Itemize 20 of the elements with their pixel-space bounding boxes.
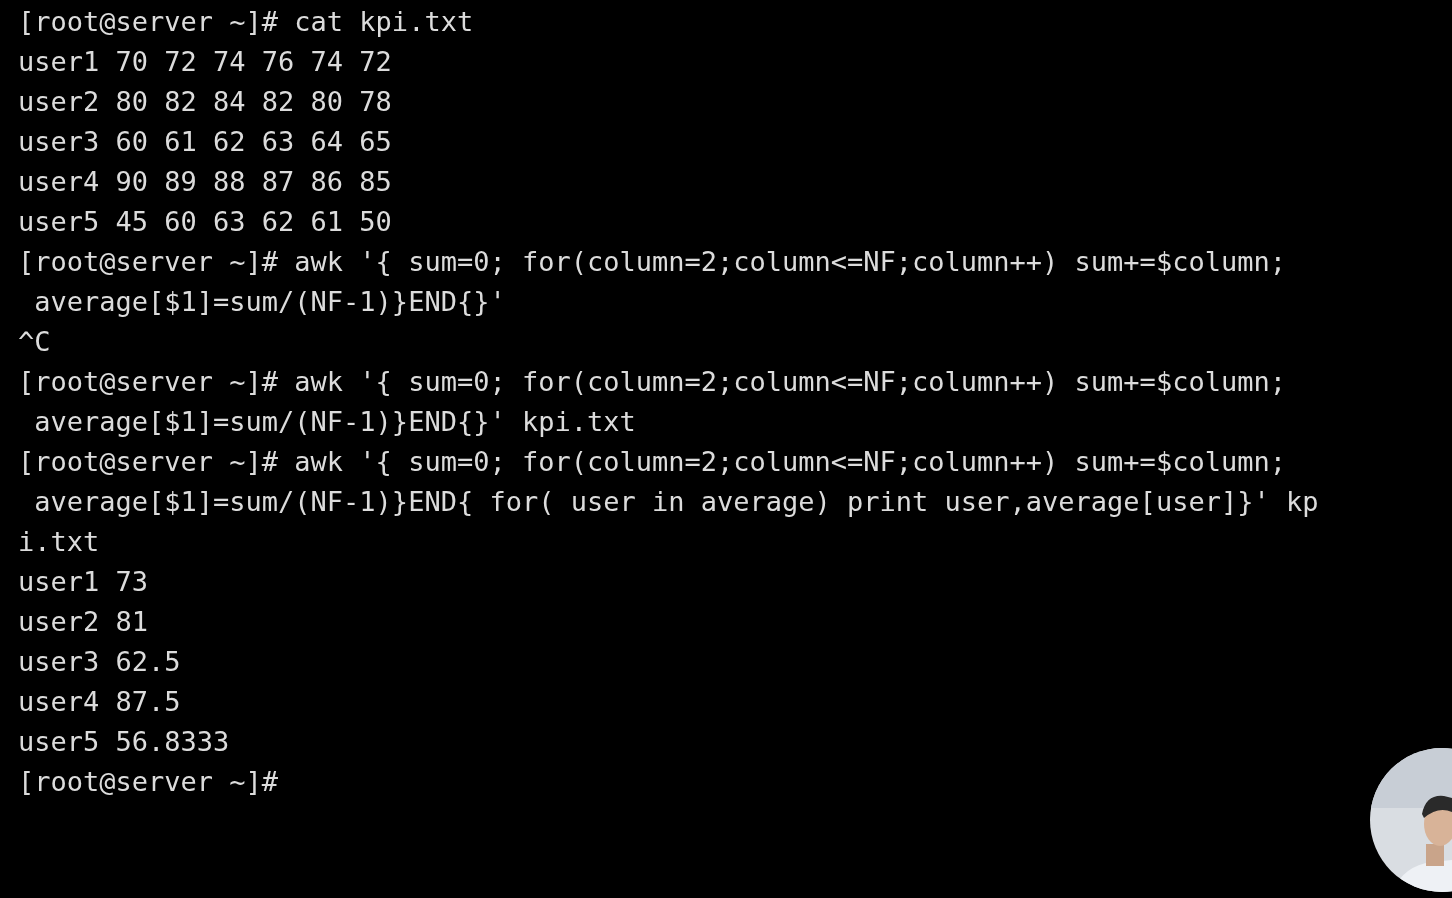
- terminal-line: average[$1]=sum/(NF-1)}END{}': [33, 285, 507, 319]
- terminal-line: user4 90 89 88 87 86 85: [18, 165, 393, 199]
- terminal-line: user5 45 60 63 62 61 50: [18, 205, 393, 239]
- terminal-line: [root@server ~]# awk '{ sum=0; for(column=2;column<=NF;column++) sum+=$column;: [18, 365, 1287, 399]
- terminal-line: user5 56.8333: [18, 725, 231, 759]
- terminal-line: average[$1]=sum/(NF-1)}END{}' kpi.txt: [33, 405, 637, 439]
- terminal-line: user1 70 72 74 76 74 72: [18, 45, 393, 79]
- terminal-line: user2 81: [18, 605, 150, 639]
- terminal-line: i.txt: [18, 525, 101, 559]
- terminal-line: [root@server ~]#: [18, 765, 280, 799]
- terminal-line: [root@server ~]# awk '{ sum=0; for(column=2;column<=NF;column++) sum+=$column;: [18, 445, 1287, 479]
- terminal-line: ^C: [18, 325, 52, 359]
- terminal-line: user4 87.5: [18, 685, 182, 719]
- terminal-line: [root@server ~]# cat kpi.txt: [18, 5, 475, 39]
- terminal-line: average[$1]=sum/(NF-1)}END{ for( user in average) print user,average[user]}' kp: [33, 485, 1320, 519]
- terminal-line: [root@server ~]# awk '{ sum=0; for(column=2;column<=NF;column++) sum+=$column;: [18, 245, 1287, 279]
- terminal-line: user3 62.5: [18, 645, 182, 679]
- terminal-line: user2 80 82 84 82 80 78: [18, 85, 393, 119]
- terminal-line: user1 73: [18, 565, 150, 599]
- terminal-line: user3 60 61 62 63 64 65: [18, 125, 393, 159]
